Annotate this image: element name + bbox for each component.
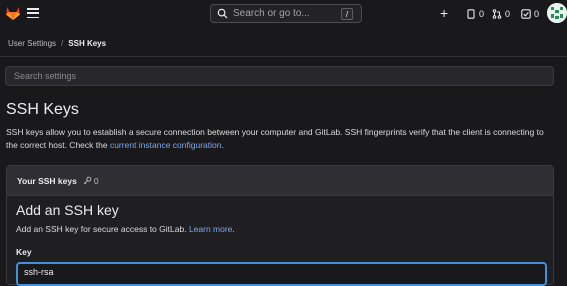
merge-requests-button[interactable]: 0 [492,8,510,20]
breadcrumb-user-settings[interactable]: User Settings [8,39,56,48]
merge-requests-count: 0 [505,9,511,19]
breadcrumb-separator: / [61,39,64,48]
hamburger-icon[interactable] [26,6,40,20]
key-icon [83,176,92,185]
ssh-keys-card-header: Your SSH keys 0 [7,166,553,196]
ssh-keys-count: 0 [93,175,99,186]
global-search-input[interactable]: Search or go to... / [210,4,362,23]
add-ssh-key-description-text: Add an SSH key for secure access to GitL… [16,224,187,234]
search-shortcut-key: / [341,8,353,20]
breadcrumb: User Settings / SSH Keys [8,39,106,48]
search-icon [217,8,228,19]
learn-more-link[interactable]: Learn more [189,224,232,234]
instance-configuration-link[interactable]: current instance configuration [110,140,222,150]
ssh-keys-header-title: Your SSH keys [17,175,77,186]
settings-search-input[interactable]: Search settings [5,66,554,86]
breadcrumb-ssh-keys[interactable]: SSH Keys [68,39,106,48]
ssh-keys-card: Your SSH keys 0 Add an SSH key Add an SS… [6,165,554,286]
search-placeholder: Search or go to... [233,8,310,19]
page-description: SSH keys allow you to establish a secure… [6,126,551,152]
issues-button[interactable]: 0 [466,8,484,20]
todos-button[interactable]: 0 [521,8,539,20]
avatar[interactable] [547,3,567,23]
top-bar: Search or go to... / + 0 0 0 [0,0,567,28]
key-textarea[interactable]: ssh-rsa [16,262,547,286]
add-ssh-key-description-end: . [232,224,235,234]
page-description-text: SSH keys allow you to establish a secure… [6,127,544,150]
key-textarea-value: ssh-rsa [24,267,54,277]
key-field-label: Key [16,247,32,257]
issues-count: 0 [479,9,485,19]
settings-search-placeholder: Search settings [14,71,77,81]
todos-count: 0 [534,9,540,19]
add-ssh-key-description: Add an SSH key for secure access to GitL… [16,224,235,234]
plus-icon[interactable]: + [440,6,448,20]
issues-icon [467,9,475,19]
merge-request-icon [492,9,502,19]
header-divider [0,56,567,57]
ssh-keys-count-badge: 0 [83,176,99,186]
todo-icon [521,9,531,19]
gitlab-logo[interactable] [5,5,21,21]
page-title: SSH Keys [6,101,79,118]
page-description-end: . [221,140,224,150]
add-ssh-key-title: Add an SSH key [16,202,119,218]
